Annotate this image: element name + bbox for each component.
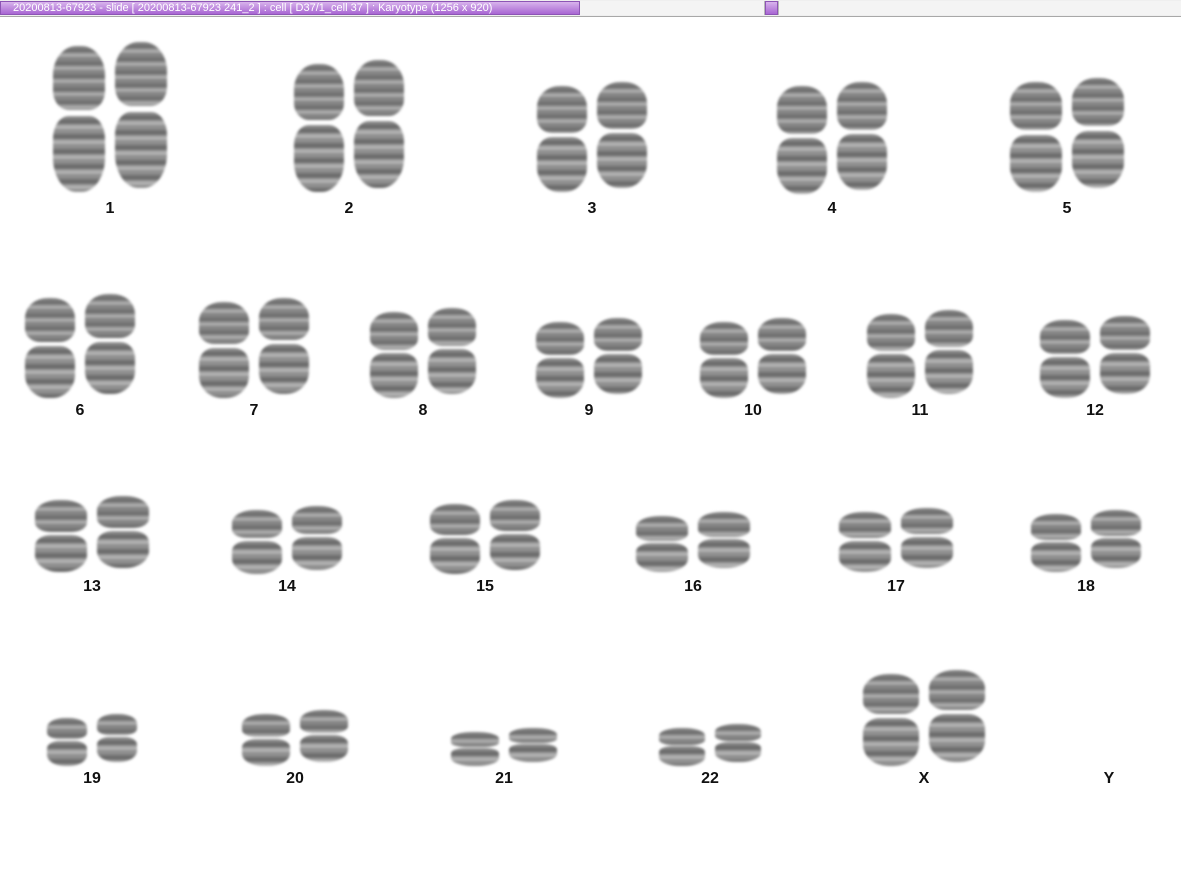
chromosome-label-5: 5 [1062, 200, 1072, 217]
chromosome-10-a[interactable] [700, 322, 748, 398]
chromosome-pair-1[interactable] [53, 42, 167, 192]
chromosome-pair-20[interactable] [242, 710, 348, 766]
chromosome-pair-21[interactable] [451, 728, 557, 766]
chromosome-11-a[interactable] [867, 314, 915, 398]
chromosome-label-18: 18 [1077, 578, 1095, 595]
chromosome-label-2: 2 [344, 200, 354, 217]
chromosome-17-b[interactable] [901, 508, 953, 568]
chromosome-12-b[interactable] [1100, 316, 1150, 394]
chromosome-label-8: 8 [418, 402, 428, 419]
chromosome-pair-4[interactable] [777, 82, 887, 194]
chromosome-label-3: 3 [587, 200, 597, 217]
chromosome-2-a[interactable] [294, 64, 344, 192]
chromosome-label-14: 14 [278, 578, 296, 595]
chromosome-label-19: 19 [83, 770, 101, 787]
chromosome-21-b[interactable] [509, 728, 557, 762]
chromosome-15-a[interactable] [430, 504, 480, 574]
window-title-tab[interactable]: 20200813-67923 - slide [ 20200813-67923 … [0, 1, 580, 15]
chromosome-X-a[interactable] [863, 674, 919, 766]
chromosome-9-a[interactable] [536, 322, 584, 398]
chromosome-label-7: 7 [249, 402, 259, 419]
chromosome-4-b[interactable] [837, 82, 887, 190]
chromosome-16-a[interactable] [636, 516, 688, 572]
chromosome-5-a[interactable] [1010, 82, 1062, 192]
chromosome-label-13: 13 [83, 578, 101, 595]
chromosome-label-11: 11 [911, 402, 929, 419]
chromosome-6-b[interactable] [85, 294, 135, 394]
chromosome-14-a[interactable] [232, 510, 282, 574]
chromosome-pair-18[interactable] [1031, 510, 1141, 572]
chromosome-1-a[interactable] [53, 46, 105, 192]
chromosome-pair-14[interactable] [232, 506, 342, 574]
chromosome-11-b[interactable] [925, 310, 973, 394]
chromosome-label-12: 12 [1086, 402, 1104, 419]
chromosome-4-a[interactable] [777, 86, 827, 194]
chromosome-label-1: 1 [105, 200, 115, 217]
chromosome-22-b[interactable] [715, 724, 761, 762]
chromosome-9-b[interactable] [594, 318, 642, 394]
chromosome-pair-16[interactable] [636, 512, 750, 572]
chromosome-pair-15[interactable] [430, 500, 540, 574]
chromosome-pair-10[interactable] [700, 318, 806, 398]
chromosome-22-a[interactable] [659, 728, 705, 766]
chromosome-6-a[interactable] [25, 298, 75, 398]
chromosome-label-20: 20 [286, 770, 304, 787]
chromosome-label-17: 17 [887, 578, 905, 595]
chromosome-8-b[interactable] [428, 308, 476, 394]
title-bar-empty-area [778, 1, 1181, 15]
chromosome-19-b[interactable] [97, 714, 137, 762]
chromosome-label-X: X [918, 770, 930, 787]
title-bar-handle[interactable] [765, 1, 778, 15]
chromosome-pair-17[interactable] [839, 508, 953, 572]
chromosome-12-a[interactable] [1040, 320, 1090, 398]
chromosome-2-b[interactable] [354, 60, 404, 188]
chromosome-14-b[interactable] [292, 506, 342, 570]
chromosome-pair-8[interactable] [370, 308, 476, 398]
chromosome-8-a[interactable] [370, 312, 418, 398]
chromosome-label-10: 10 [744, 402, 762, 419]
chromosome-13-b[interactable] [97, 496, 149, 568]
title-bar-spacer [580, 1, 765, 15]
chromosome-1-b[interactable] [115, 42, 167, 188]
chromosome-label-21: 21 [495, 770, 513, 787]
chromosome-3-a[interactable] [537, 86, 587, 192]
chromosome-pair-2[interactable] [294, 60, 404, 192]
chromosome-label-16: 16 [684, 578, 702, 595]
chromosome-pair-11[interactable] [867, 310, 973, 398]
chromosome-pair-6[interactable] [25, 294, 135, 398]
chromosome-label-15: 15 [476, 578, 494, 595]
chromosome-17-a[interactable] [839, 512, 891, 572]
chromosome-pair-3[interactable] [537, 82, 647, 192]
chromosome-20-b[interactable] [300, 710, 348, 762]
chromosome-pair-9[interactable] [536, 318, 642, 398]
chromosome-16-b[interactable] [698, 512, 750, 568]
chromosome-pair-5[interactable] [1010, 78, 1124, 192]
chromosome-X-b[interactable] [929, 670, 985, 762]
title-bar: 20200813-67923 - slide [ 20200813-67923 … [0, 0, 1181, 17]
chromosome-13-a[interactable] [35, 500, 87, 572]
chromosome-20-a[interactable] [242, 714, 290, 766]
chromosome-10-b[interactable] [758, 318, 806, 394]
chromosome-label-Y: Y [1103, 770, 1115, 787]
chromosome-pair-13[interactable] [35, 496, 149, 572]
chromosome-3-b[interactable] [597, 82, 647, 188]
chromosome-label-22: 22 [701, 770, 719, 787]
chromosome-pair-22[interactable] [659, 724, 761, 766]
chromosome-label-9: 9 [584, 402, 594, 419]
chromosome-21-a[interactable] [451, 732, 499, 766]
chromosome-pair-12[interactable] [1040, 316, 1150, 398]
chromosome-pair-7[interactable] [199, 298, 309, 398]
chromosome-7-b[interactable] [259, 298, 309, 394]
chromosome-15-b[interactable] [490, 500, 540, 570]
chromosome-label-4: 4 [827, 200, 837, 217]
chromosome-19-a[interactable] [47, 718, 87, 766]
chromosome-label-6: 6 [75, 402, 85, 419]
chromosome-pair-X[interactable] [863, 670, 985, 766]
chromosome-pair-19[interactable] [47, 714, 137, 766]
chromosome-18-a[interactable] [1031, 514, 1081, 572]
chromosome-5-b[interactable] [1072, 78, 1124, 188]
chromosome-18-b[interactable] [1091, 510, 1141, 568]
chromosome-7-a[interactable] [199, 302, 249, 398]
